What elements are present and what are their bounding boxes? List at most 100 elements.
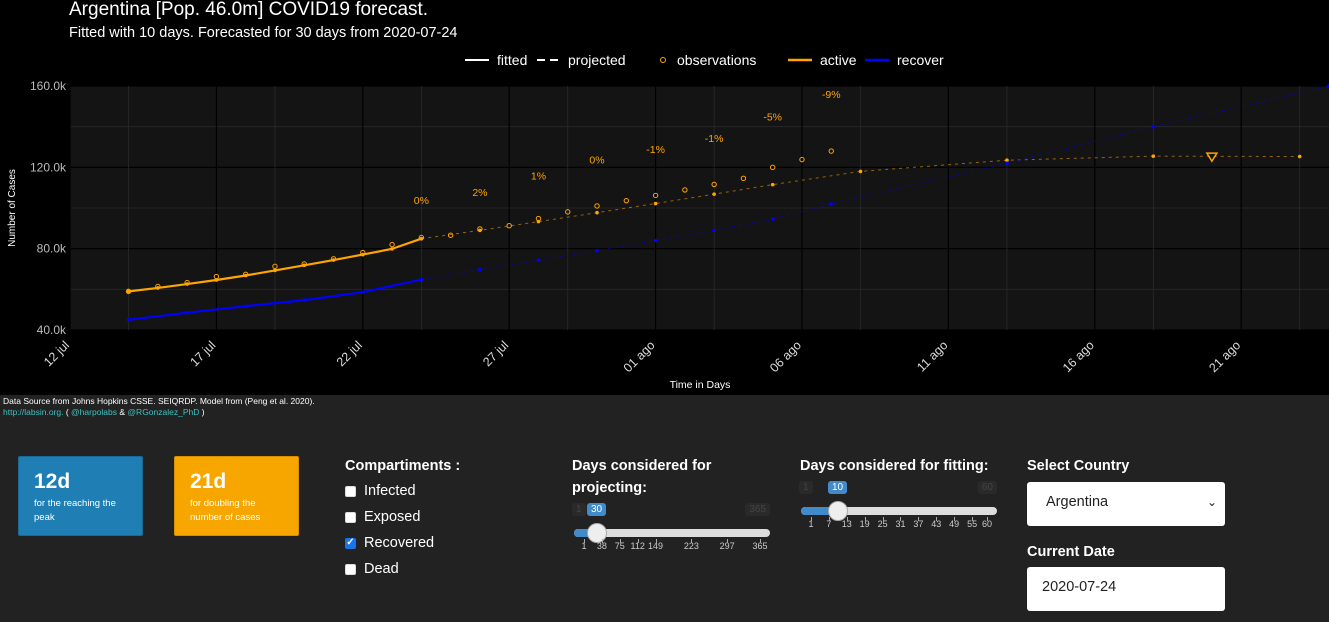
slider-handle[interactable] xyxy=(828,501,848,521)
y-tick-label: 40.0k xyxy=(37,323,67,337)
recover-projected-point xyxy=(1151,124,1156,129)
x-tick-label: 06 ago xyxy=(767,338,804,375)
legend-observations-label: observations xyxy=(677,52,756,68)
x-tick-label: 27 jul xyxy=(480,338,511,369)
recover-projected-point xyxy=(829,202,834,206)
legend-recover-label: recover xyxy=(897,52,944,68)
recover-projected-point xyxy=(478,267,482,272)
active-fitted-point xyxy=(390,247,394,251)
source-links: http://labsin.org. ( @harpolabs & @RGonz… xyxy=(3,407,315,418)
fitting-slider[interactable]: 1 60 10 1 7 13 19 25 31 37 43 49 55 60 xyxy=(799,481,997,541)
projecting-title: Days considered for projecting: xyxy=(572,458,712,496)
recover-projected-point xyxy=(595,248,599,253)
change-annotation: -1% xyxy=(705,133,724,145)
slider-value: 30 xyxy=(587,503,607,516)
legend-projected-label: projected xyxy=(568,52,626,68)
checkbox-label[interactable]: Dead xyxy=(364,561,399,577)
active-projected-point xyxy=(712,192,716,196)
checkbox-label[interactable]: Recovered xyxy=(364,535,434,551)
recover-fitted-point xyxy=(185,310,189,315)
doubling-days-label: for doubling the number of cases xyxy=(190,498,261,523)
slider-tick-mark xyxy=(954,517,956,521)
slider-tick-mark xyxy=(584,539,585,543)
x-tick-label: 21 ago xyxy=(1206,338,1243,375)
harpolabs-link[interactable]: @harpolabs xyxy=(71,407,117,417)
slider-min: 1 xyxy=(799,481,813,494)
x-tick-label: 16 ago xyxy=(1060,338,1097,375)
slider-tick-mark xyxy=(637,539,639,543)
chart-subtitle: Fitted with 10 days. Forecasted for 30 d… xyxy=(69,25,457,41)
slider-tick-mark xyxy=(900,517,902,521)
checkbox-box[interactable] xyxy=(345,563,356,575)
change-annotation: 0% xyxy=(589,154,604,166)
y-axis-label: Number of Cases xyxy=(7,169,18,247)
slider-tick-mark xyxy=(601,539,603,543)
checkbox-infected[interactable]: Infected xyxy=(345,483,416,499)
source-line: Data Source from Johns Hopkins CSSE. SEI… xyxy=(3,396,315,406)
source-sep: ) xyxy=(199,407,205,417)
checkbox-label[interactable]: Infected xyxy=(364,483,416,499)
peak-days-box: 12d for the reaching the peak xyxy=(18,456,143,536)
checkbox-exposed[interactable]: Exposed xyxy=(345,509,420,525)
recover-fitted-point xyxy=(302,298,307,302)
x-tick-label: 11 ago xyxy=(914,338,950,374)
current-date-input[interactable]: 2020-07-24 xyxy=(1027,567,1225,611)
slider-tick-mark xyxy=(987,517,988,521)
active-projected-point xyxy=(770,182,775,187)
slider-max: 60 xyxy=(977,481,997,494)
chevron-down-icon: ⌄ xyxy=(1206,495,1217,509)
forecast-chart: 0% 2% 1% 0% -1% -1% -5% -9% 40.0k 80.0k 120.0k 160… xyxy=(0,0,1329,395)
compartments-title: Compartiments : xyxy=(345,458,461,474)
recover-projected-point xyxy=(712,228,716,233)
checkbox-dead[interactable]: Dead xyxy=(345,561,399,577)
active-projected-point xyxy=(1151,154,1156,158)
doubling-days-value: 21d xyxy=(190,470,227,493)
slider-tick-mark xyxy=(918,517,920,521)
change-annotation: -5% xyxy=(763,112,782,124)
change-annotation: -9% xyxy=(822,89,841,101)
current-date-value: 2020-07-24 xyxy=(1042,579,1117,595)
recover-projected-point xyxy=(419,277,424,282)
peak-days-value: 12d xyxy=(34,470,71,493)
recover-projected-point xyxy=(1005,161,1009,166)
slider-tick-mark xyxy=(936,517,938,521)
legend-fitted-label: fitted xyxy=(497,52,527,68)
x-tick-label: 22 jul xyxy=(334,338,365,369)
recover-projected-point xyxy=(653,238,658,243)
chart-svg: 0% 2% 1% 0% -1% -1% -5% -9% 40.0k 80.0k 120.0k 160… xyxy=(7,0,1329,391)
slider-tick-mark xyxy=(760,539,761,543)
active-projected-point xyxy=(653,201,658,206)
recover-projected-point xyxy=(770,217,775,221)
checkbox-box[interactable] xyxy=(345,485,356,497)
projecting-slider[interactable]: 1 365 30 1 38 75 112 149 223 297 365 xyxy=(572,503,770,563)
y-tick-label: 160.0k xyxy=(30,79,67,93)
active-projected-point xyxy=(858,169,863,174)
current-date-title: Current Date xyxy=(1027,544,1115,560)
y-tick-label: 80.0k xyxy=(37,242,67,256)
change-annotation: 2% xyxy=(472,187,487,199)
checkbox-box[interactable] xyxy=(345,511,356,523)
slider-handle[interactable] xyxy=(587,523,607,543)
recover-fitted-point xyxy=(126,318,131,322)
slider-tick-mark xyxy=(811,517,812,521)
checkbox-label[interactable]: Exposed xyxy=(364,509,420,525)
data-source-note: Data Source from Johns Hopkins CSSE. SEI… xyxy=(3,396,315,418)
labsin-link[interactable]: http://labsin.org. xyxy=(3,407,63,417)
fitting-title: Days considered for fitting: xyxy=(800,458,989,474)
chart-title: Argentina [Pop. 46.0m] COVID19 forecast. xyxy=(69,0,428,20)
slider-tick-mark xyxy=(846,517,848,521)
rgonzalez-link[interactable]: @RGonzalez_PhD xyxy=(127,407,199,417)
change-annotation: 1% xyxy=(531,171,546,183)
checkbox-recovered[interactable]: Recovered xyxy=(345,535,434,551)
active-projected-point xyxy=(1297,154,1302,159)
slider-tick-mark xyxy=(972,517,974,521)
chart-legend: fitted projected observations active recover xyxy=(465,52,944,68)
y-tick-label: 120.0k xyxy=(30,160,67,174)
country-select[interactable]: Argentina ⌄ xyxy=(1027,482,1225,526)
checkbox-box[interactable] xyxy=(345,537,356,549)
slider-value: 10 xyxy=(828,481,848,494)
slider-tick-mark xyxy=(727,539,729,543)
country-selected: Argentina xyxy=(1046,494,1109,510)
recover-projected-point xyxy=(536,258,541,263)
slider-tick-mark xyxy=(882,517,884,521)
